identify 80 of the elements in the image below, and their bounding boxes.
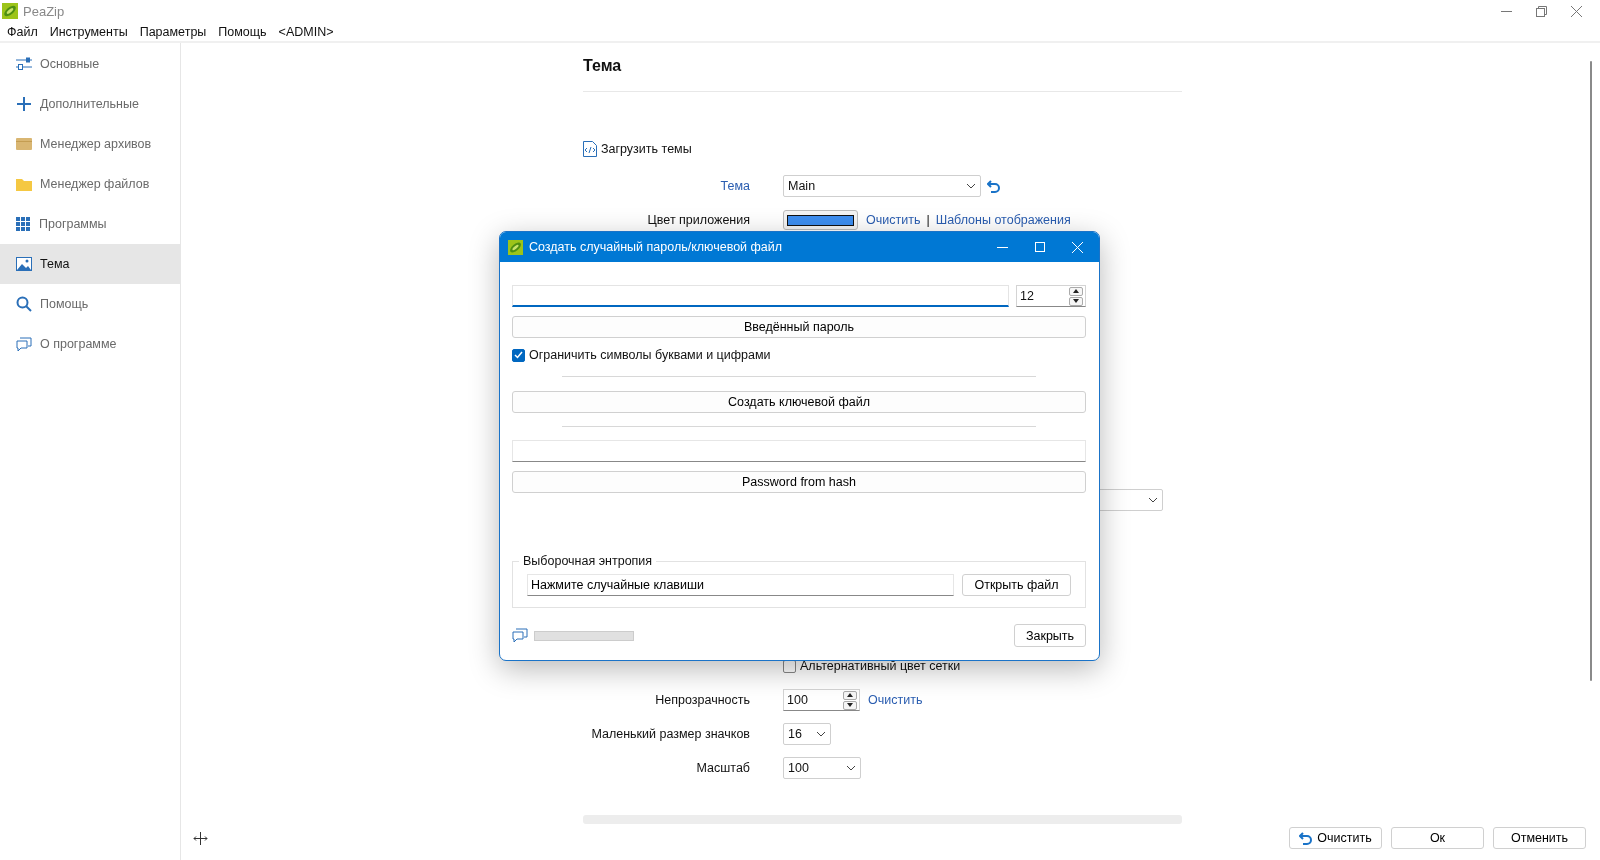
leaf-logo-icon bbox=[508, 239, 523, 255]
undo-icon[interactable] bbox=[1299, 831, 1314, 845]
down-triangle-icon bbox=[847, 703, 853, 707]
dialog-title: Создать случайный пароль/ключевой файл bbox=[529, 240, 783, 254]
footer-button[interactable]: Отменить bbox=[1493, 827, 1586, 849]
page-title: Тема bbox=[583, 57, 623, 76]
search-icon bbox=[16, 296, 32, 312]
window-title: PeaZip bbox=[23, 3, 65, 19]
menu-item[interactable]: <ADMIN> bbox=[278, 24, 334, 39]
folder-icon bbox=[16, 177, 32, 191]
chevron-down-icon bbox=[846, 765, 856, 771]
minimize-icon[interactable] bbox=[1501, 10, 1512, 12]
close-icon[interactable] bbox=[1571, 5, 1582, 17]
spin-up-button[interactable] bbox=[1069, 286, 1083, 296]
spin-down-button[interactable] bbox=[843, 700, 857, 710]
group-title: Выборочная энтропия bbox=[522, 554, 654, 568]
sidebar-item[interactable]: Дополнительные bbox=[0, 84, 180, 124]
field-label: Тема bbox=[720, 179, 750, 193]
field-label: Масштаб bbox=[696, 761, 750, 775]
link-separator: | bbox=[926, 213, 930, 227]
sidebar-item[interactable]: Менеджер архивов bbox=[0, 124, 180, 164]
length-spin-field[interactable]: 12 bbox=[1016, 285, 1086, 307]
dropdown[interactable]: 100 bbox=[783, 757, 861, 779]
undo-icon[interactable] bbox=[987, 179, 1001, 193]
field-label: Маленький размер значков bbox=[591, 727, 750, 741]
menu-item[interactable]: Параметры bbox=[139, 24, 207, 39]
close-button[interactable]: Закрыть bbox=[1014, 624, 1086, 647]
entered-password-button[interactable]: Введённый пароль bbox=[512, 316, 1086, 338]
image-icon bbox=[16, 257, 32, 271]
maximize-icon[interactable] bbox=[1035, 242, 1045, 252]
sidebar-item[interactable]: Основные bbox=[0, 44, 180, 84]
checkbox-label: Ограничить символы буквами и цифрами bbox=[529, 348, 771, 362]
sidebar-item[interactable]: Помощь bbox=[0, 284, 180, 324]
restore-icon[interactable] bbox=[1536, 5, 1547, 17]
spin-field[interactable]: 100 bbox=[783, 689, 860, 711]
checkbox[interactable] bbox=[512, 348, 525, 362]
entropy-field[interactable]: Нажмите случайные клавиши bbox=[527, 574, 954, 596]
down-triangle-icon bbox=[1073, 299, 1079, 303]
chat-icon bbox=[16, 336, 32, 352]
code-file-icon[interactable] bbox=[583, 141, 597, 157]
box-icon bbox=[16, 138, 32, 150]
spin-up-button[interactable] bbox=[843, 690, 857, 700]
footer-button[interactable]: Ок bbox=[1391, 827, 1484, 849]
sidebar-item[interactable]: Менеджер файлов bbox=[0, 164, 180, 204]
dropdown[interactable]: Main bbox=[783, 175, 981, 197]
menu-item[interactable]: Файл bbox=[7, 24, 38, 39]
checkbox-label: Альтернативный цвет сетки bbox=[800, 659, 961, 673]
link[interactable]: Шаблоны отображения bbox=[935, 213, 1071, 227]
resize-arrows-icon[interactable] bbox=[193, 831, 208, 845]
password-from-hash-button[interactable]: Password from hash bbox=[512, 471, 1086, 493]
grid-icon bbox=[16, 216, 31, 232]
load-themes-link[interactable]: Загрузить темы bbox=[601, 142, 692, 156]
minimize-icon[interactable] bbox=[997, 246, 1008, 248]
sidebar-item[interactable]: Тема bbox=[0, 244, 180, 284]
scroll-thumb[interactable] bbox=[1590, 61, 1592, 681]
spin-down-button[interactable] bbox=[1069, 296, 1083, 306]
leaf-logo-icon bbox=[2, 3, 18, 19]
sidebar-item[interactable]: Программы bbox=[0, 204, 180, 244]
up-triangle-icon bbox=[847, 693, 853, 697]
password-field[interactable] bbox=[512, 285, 1009, 307]
dropdown[interactable]: 16 bbox=[783, 723, 831, 745]
chevron-down-icon bbox=[1148, 497, 1158, 503]
open-file-button[interactable]: Открыть файл bbox=[962, 574, 1071, 596]
chevron-down-icon bbox=[966, 183, 976, 189]
menu-item[interactable]: Инструменты bbox=[49, 24, 128, 39]
field-label: Цвет приложения bbox=[647, 213, 750, 227]
sidebar-item[interactable]: О программе bbox=[0, 324, 180, 364]
hash-field[interactable] bbox=[512, 440, 1086, 462]
link[interactable]: Очистить bbox=[866, 213, 921, 227]
create-keyfile-button[interactable]: Создать ключевой файл bbox=[512, 391, 1086, 413]
chevron-down-icon bbox=[816, 731, 826, 737]
field-label: Непрозрачность bbox=[655, 693, 750, 707]
link[interactable]: Очистить bbox=[868, 693, 923, 707]
chat-icon[interactable] bbox=[512, 628, 528, 643]
plus-icon bbox=[16, 96, 32, 112]
footer-button[interactable]: Очистить bbox=[1289, 827, 1382, 849]
menu-item[interactable]: Помощь bbox=[218, 24, 267, 39]
sliders-icon bbox=[16, 57, 32, 71]
up-triangle-icon bbox=[1073, 289, 1079, 293]
check-icon bbox=[514, 351, 523, 359]
